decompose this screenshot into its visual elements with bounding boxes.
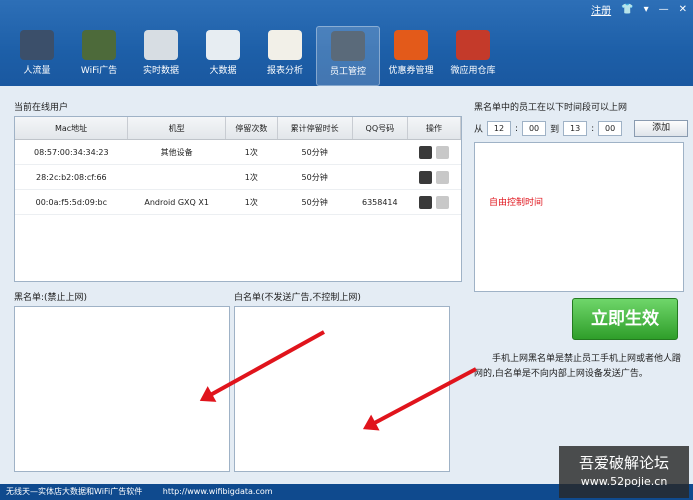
toolbar-browser[interactable]: 大数据 xyxy=(192,26,254,84)
toolbar-label: 大数据 xyxy=(209,66,237,76)
whitelist-box[interactable] xyxy=(234,306,450,472)
right-panel: 黑名单中的员工在以下时间段可以上网 从 12 : 00 到 13 : 00 添加… xyxy=(468,90,690,480)
table-cell xyxy=(352,164,408,190)
table-cell: 其他设备 xyxy=(127,139,226,165)
to-label: 到 xyxy=(550,125,560,135)
table-row[interactable]: 08:57:00:34:34:23 其他设备 1次 50分钟 xyxy=(15,139,461,165)
operations-cell xyxy=(407,164,461,190)
add-button[interactable]: 添加 xyxy=(634,120,689,137)
user-block-icon[interactable] xyxy=(419,170,432,184)
toolbar-label: 微应用仓库 xyxy=(450,66,496,76)
menu-icon[interactable]: ▾ xyxy=(644,4,649,15)
table-cell xyxy=(127,164,226,190)
main-toolbar: 人流量 WiFi广告 实时数据 大数据 报表分析 员工管控 优惠券管理 微应用仓库 xyxy=(6,26,504,86)
table-body: 08:57:00:34:34:23 其他设备 1次 50分钟 28:2c:b2:08:c… xyxy=(15,139,461,215)
column-header: 操作 xyxy=(407,117,461,140)
close-icon[interactable]: ✕ xyxy=(679,4,687,15)
minimize-icon[interactable]: — xyxy=(659,4,669,15)
user-block-icon[interactable] xyxy=(419,195,432,209)
operations-cell xyxy=(407,139,461,165)
table-cell: 1次 xyxy=(225,189,278,215)
toolbar-label: 优惠券管理 xyxy=(388,66,434,76)
toolbar-phone[interactable]: 员工管控 xyxy=(316,26,380,86)
table-cell: 50分钟 xyxy=(277,139,353,165)
wifi-icon xyxy=(82,30,116,60)
column-header: 累计停留时长 xyxy=(277,117,353,140)
toolbar-label: WiFi广告 xyxy=(80,66,118,76)
user-allow-icon[interactable] xyxy=(436,145,449,159)
window-controls: 注册 👕 ▾ — ✕ xyxy=(591,2,687,17)
toolbar-coupon[interactable]: 优惠券管理 xyxy=(380,26,442,84)
table-header-row: Mac地址 机型 停留次数 累计停留时长 QQ号码 操作 xyxy=(15,117,461,140)
chart-icon xyxy=(20,30,54,60)
table-cell: 1次 xyxy=(225,164,278,190)
table-cell: Android GXQ X1 xyxy=(127,189,226,215)
toolbar-wifi[interactable]: WiFi广告 xyxy=(68,26,130,84)
time-list-box[interactable]: 自由控制时间 xyxy=(474,142,684,292)
table-cell: 28:2c:b2:08:cf:66 xyxy=(15,164,128,190)
time-rule-title: 黑名单中的员工在以下时间段可以上网 xyxy=(474,103,628,113)
from-label: 从 xyxy=(474,125,484,135)
watermark: 吾爱破解论坛 www.52pojie.cn xyxy=(559,446,689,498)
free-control-text: 自由控制时间 xyxy=(489,198,544,208)
toolbar-apps[interactable]: 微应用仓库 xyxy=(442,26,504,84)
table-cell: 00:0a:f5:5d:09:bc xyxy=(15,189,128,215)
watermark-line1: 吾爱破解论坛 xyxy=(578,454,669,472)
coupon-icon xyxy=(394,30,428,60)
blacklist-box[interactable] xyxy=(14,306,230,472)
browser-icon xyxy=(206,30,240,60)
toolbar-grid[interactable]: 实时数据 xyxy=(130,26,192,84)
register-link[interactable]: 注册 xyxy=(591,2,611,17)
from-minute-input[interactable]: 00 xyxy=(522,121,547,136)
footer-url[interactable]: http://www.wifibigdata.com xyxy=(163,487,273,496)
left-panel: 当前在线用户 Mac地址 机型 停留次数 累计停留时长 QQ号码 操作 08:57:00:… xyxy=(4,90,462,480)
table-cell: 08:57:00:34:34:23 xyxy=(15,139,128,165)
toolbar-label: 员工管控 xyxy=(329,67,366,77)
column-header: 停留次数 xyxy=(225,117,278,140)
from-hour-input[interactable]: 12 xyxy=(487,121,512,136)
user-allow-icon[interactable] xyxy=(436,170,449,184)
whitelist-title: 白名单(不发送广告,不控制上网) xyxy=(234,293,361,303)
footer-text: 无线天—实体店大数据和WiFi广告软件 xyxy=(6,487,143,496)
user-allow-icon[interactable] xyxy=(436,195,449,209)
user-block-icon[interactable] xyxy=(419,145,432,159)
apply-now-button[interactable]: 立即生效 xyxy=(572,298,678,340)
skin-icon[interactable]: 👕 xyxy=(621,4,633,15)
column-header: 机型 xyxy=(127,117,227,140)
phone-icon xyxy=(331,31,365,61)
grid-icon xyxy=(144,30,178,60)
online-title: 当前在线用户 xyxy=(14,103,69,113)
table-row[interactable]: 00:0a:f5:5d:09:bc Android GXQ X1 1次 50分钟 635… xyxy=(15,189,461,215)
watermark-line2: www.52pojie.cn xyxy=(580,475,668,488)
toolbar-report[interactable]: 报表分析 xyxy=(254,26,316,84)
operations-cell xyxy=(407,189,461,215)
toolbar-label: 实时数据 xyxy=(142,66,179,76)
toolbar-label: 人流量 xyxy=(23,66,51,76)
to-hour-input[interactable]: 13 xyxy=(563,121,588,136)
column-header: QQ号码 xyxy=(352,117,409,140)
apps-icon xyxy=(456,30,490,60)
blacklist-title: 黑名单:(禁止上网) xyxy=(14,293,88,303)
note-text: 手机上网黑名单是禁止员工手机上网或者他人蹭网的,白名单是不向内部上网设备发送广告… xyxy=(474,354,682,379)
table-cell: 1次 xyxy=(225,139,278,165)
online-users-table: Mac地址 机型 停留次数 累计停留时长 QQ号码 操作 08:57:00:34:34:2… xyxy=(14,116,462,282)
toolbar-chart[interactable]: 人流量 xyxy=(6,26,68,84)
table-row[interactable]: 28:2c:b2:08:cf:66 1次 50分钟 xyxy=(15,164,461,190)
table-cell: 6358414 xyxy=(352,189,408,215)
main-area: 当前在线用户 Mac地址 机型 停留次数 累计停留时长 QQ号码 操作 08:57:00:… xyxy=(0,86,693,484)
toolbar-label: 报表分析 xyxy=(266,66,303,76)
to-minute-input[interactable]: 00 xyxy=(598,121,623,136)
table-cell: 50分钟 xyxy=(277,189,353,215)
table-cell xyxy=(352,139,408,165)
table-cell: 50分钟 xyxy=(277,164,353,190)
time-range-row: 从 12 : 00 到 13 : 00 添加 xyxy=(474,120,689,137)
title-bar: 注册 👕 ▾ — ✕ 人流量 WiFi广告 实时数据 大数据 报表分析 员工管控 优惠券管理… xyxy=(0,0,693,86)
column-header: Mac地址 xyxy=(15,117,129,140)
report-icon xyxy=(268,30,302,60)
